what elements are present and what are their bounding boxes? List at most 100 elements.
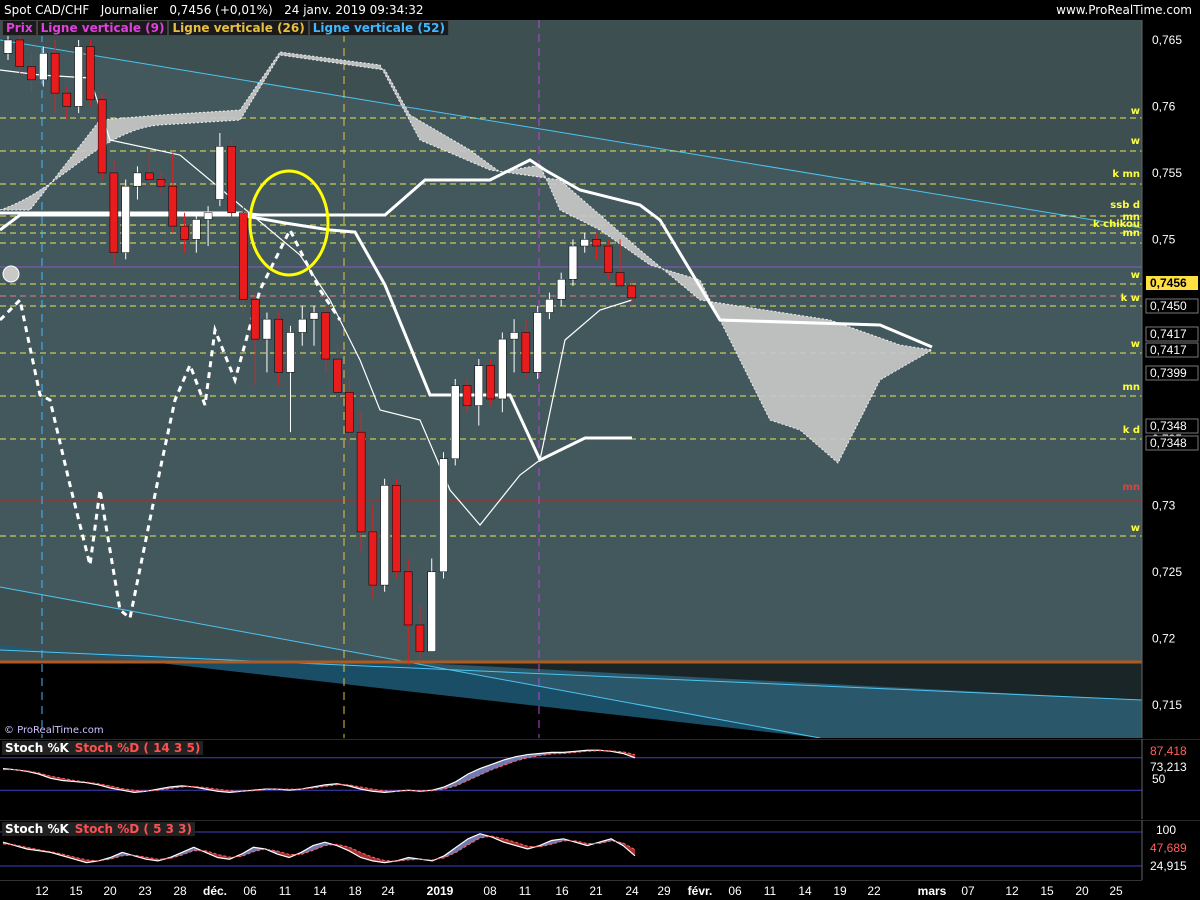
candle-body — [568, 245, 578, 280]
indicator-legend: Prix Ligne verticale (9) Ligne verticale… — [2, 20, 449, 36]
x-tick-label: 08 — [483, 884, 497, 898]
candle-41 — [486, 359, 495, 406]
candle-body — [203, 212, 213, 220]
title-bar: Spot CAD/CHF Journalier 0,7456 (+0,01%) … — [0, 0, 1200, 20]
candle-body — [274, 318, 283, 373]
candle-body — [86, 46, 95, 101]
candle-body — [215, 146, 225, 200]
stoch1-k-label: Stoch %K — [2, 741, 72, 755]
x-tick-label: févr. — [688, 884, 713, 898]
candle-body — [262, 318, 272, 340]
y-tick-label: 0,765 — [1152, 33, 1182, 47]
level-marker: mn — [1122, 382, 1140, 393]
x-tick-label: 28 — [173, 884, 187, 898]
candle-36 — [427, 558, 436, 652]
candle-body — [133, 172, 142, 187]
candle-48 — [568, 239, 578, 286]
candle-body — [180, 225, 189, 240]
candle-body — [97, 99, 107, 174]
instrument-label: Spot CAD/CHF — [4, 3, 90, 17]
x-tick-label: 07 — [961, 884, 975, 898]
x-tick-label: 12 — [35, 884, 49, 898]
x-tick-label: mars — [918, 884, 947, 898]
candle-body — [392, 485, 401, 573]
y-tick-label: 0,725 — [1152, 565, 1182, 579]
legend-prix[interactable]: Prix — [2, 20, 37, 36]
candle-body — [533, 312, 542, 373]
candle-20 — [239, 206, 248, 313]
candle-body — [415, 624, 425, 652]
x-tick-label: 11 — [764, 884, 777, 898]
candle-body — [451, 385, 460, 460]
candle-body — [250, 298, 260, 340]
candle-38 — [451, 379, 460, 466]
candle-body — [521, 332, 531, 373]
x-tick-label: 11 — [519, 884, 532, 898]
candle-body — [403, 571, 413, 626]
candle-body — [74, 46, 83, 107]
candle-body — [615, 272, 625, 287]
stoch2-k-label: Stoch %K — [2, 822, 72, 836]
candle-body — [627, 285, 637, 299]
stoch1-value-k: 87,418 — [1150, 744, 1187, 758]
candle-body — [121, 185, 130, 253]
level-marker: k mn — [1112, 169, 1140, 180]
price-label: 0,7348 — [1150, 436, 1187, 450]
candle-37 — [439, 452, 448, 579]
candle-body — [580, 239, 589, 247]
candle-32 — [380, 478, 389, 592]
candle-body — [498, 338, 507, 400]
x-tick-label: 06 — [243, 884, 257, 898]
x-tick-label: 06 — [728, 884, 742, 898]
candle-body — [592, 239, 601, 247]
level-marker: w — [1131, 106, 1140, 117]
candle-body — [345, 392, 354, 433]
candle-body — [356, 431, 366, 533]
candle-body — [156, 179, 166, 187]
y-tick-label: 0,73 — [1152, 498, 1176, 512]
candle-6 — [74, 39, 83, 114]
legend-vline-26[interactable]: Ligne verticale (26) — [168, 20, 309, 36]
watermark: © ProRealTime.com — [4, 725, 104, 736]
price-label: 0,7417 — [1150, 327, 1187, 341]
candle-body — [50, 52, 60, 94]
site-label[interactable]: www.ProRealTime.com — [1056, 0, 1192, 20]
x-tick-label: 2019 — [427, 884, 454, 898]
x-tick-label: 18 — [348, 884, 362, 898]
x-tick-label: 22 — [867, 884, 881, 898]
level-marker: k d — [1123, 425, 1140, 436]
x-tick-label: 11 — [279, 884, 292, 898]
candle-body — [321, 312, 331, 360]
candle-body — [27, 66, 36, 81]
quote-label: 0,7456 (+0,01%) — [169, 3, 273, 17]
x-tick-label: 14 — [798, 884, 812, 898]
stoch2-value-d: 24,915 — [1150, 859, 1187, 873]
candle-body — [486, 365, 495, 400]
legend-vline-52[interactable]: Ligne verticale (52) — [308, 20, 449, 36]
level-marker: mn — [1122, 482, 1140, 493]
stoch2-d-label: Stoch %D ( 5 3 3) — [71, 822, 195, 836]
price-chart[interactable]: 0,7650,760,7550,750,7450,740,7350,730,72… — [0, 20, 1200, 738]
candle-body — [109, 172, 119, 253]
price-label: 0,7348 — [1150, 419, 1187, 433]
x-axis: 12 15 20 23 28 déc. 06 11 14 18 24 2019 08 11 16 21 24 29… — [0, 880, 1200, 900]
x-tick-label: 19 — [833, 884, 847, 898]
x-tick-label: 21 — [589, 884, 603, 898]
x-tick-label: 24 — [381, 884, 395, 898]
stoch1-label: Stoch %K Stoch %D ( 14 3 5) — [2, 741, 204, 755]
candle-body — [239, 212, 248, 300]
candle-body — [333, 358, 342, 393]
x-tick-label: déc. — [203, 884, 227, 898]
candle-body — [474, 365, 484, 406]
timestamp-label: 24 janv. 2019 09:34:32 — [284, 3, 424, 17]
x-tick-label: 15 — [69, 884, 83, 898]
candle-body — [545, 298, 554, 313]
y-tick-label: 0,715 — [1152, 698, 1182, 712]
legend-vline-9[interactable]: Ligne verticale (9) — [36, 20, 169, 36]
candle-body — [3, 39, 13, 54]
candle-body — [509, 332, 519, 340]
candle-body — [309, 312, 319, 320]
title-left: Spot CAD/CHF Journalier 0,7456 (+0,01%) … — [4, 0, 424, 20]
x-tick-label: 20 — [1075, 884, 1089, 898]
candle-9 — [109, 159, 119, 266]
